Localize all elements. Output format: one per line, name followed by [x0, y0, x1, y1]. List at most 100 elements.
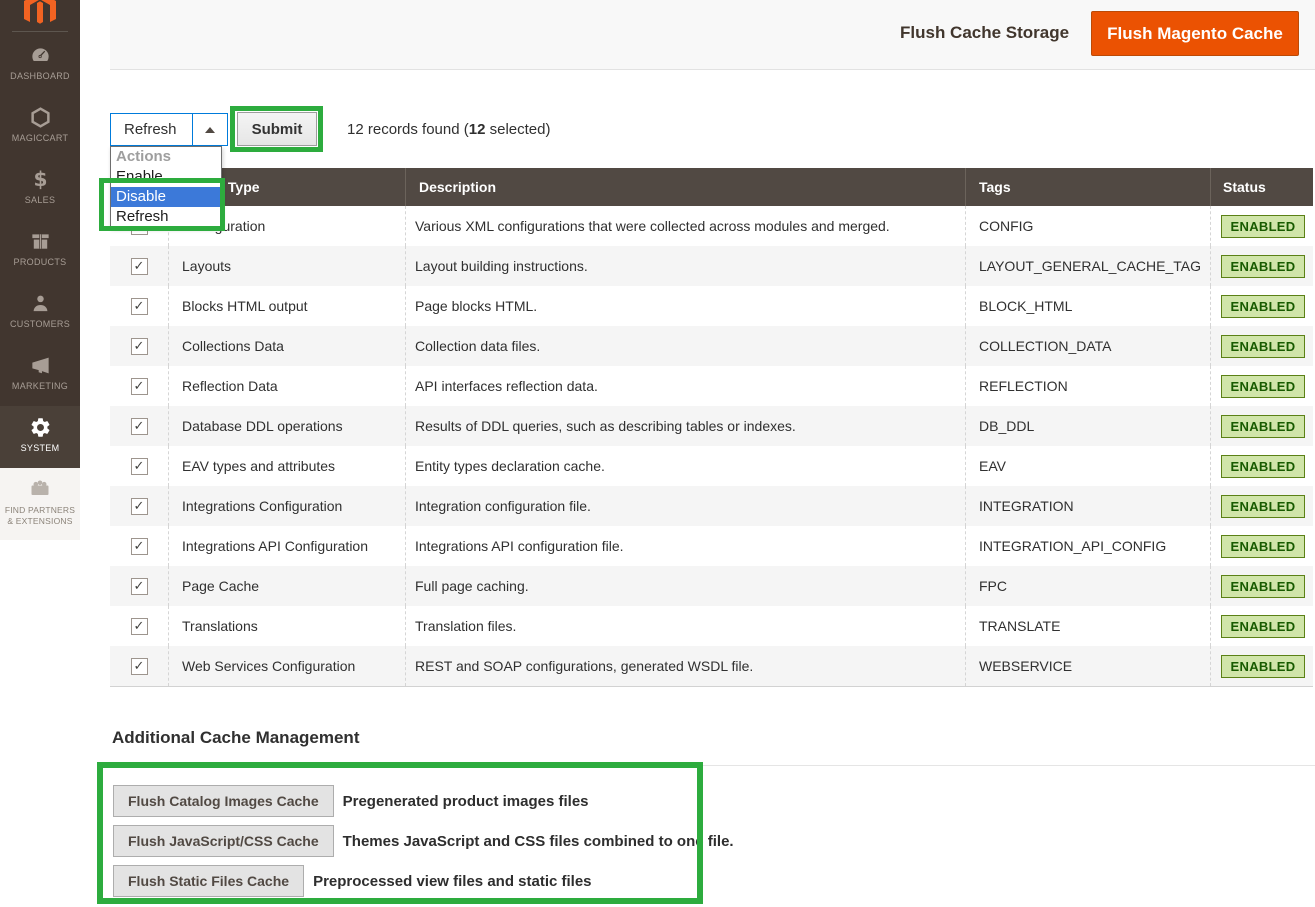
- row-checkbox[interactable]: [131, 258, 148, 275]
- sidebar-item-label: MARKETING: [12, 381, 68, 392]
- chevron-up-icon[interactable]: [192, 114, 227, 145]
- table-row: Reflection DataAPI interfaces reflection…: [110, 366, 1313, 406]
- row-checkbox[interactable]: [131, 298, 148, 315]
- checkbox-cell: [110, 446, 168, 486]
- flush-magento-cache-button[interactable]: Flush Magento Cache: [1091, 11, 1299, 56]
- cache-type-cell: Layouts: [168, 246, 405, 286]
- status-cell: ENABLED: [1210, 326, 1313, 366]
- sales-icon: $: [29, 167, 52, 192]
- tags-cell: REFLECTION: [965, 366, 1210, 406]
- description-cell: Page blocks HTML.: [405, 286, 965, 326]
- sidebar-item-system[interactable]: SYSTEM: [0, 406, 80, 468]
- flush-javascript-css-cache-button[interactable]: Flush JavaScript/CSS Cache: [113, 825, 334, 857]
- status-cell: ENABLED: [1210, 246, 1313, 286]
- status-cell: ENABLED: [1210, 366, 1313, 406]
- sidebar-item-label: PRODUCTS: [14, 257, 67, 268]
- row-checkbox[interactable]: [131, 498, 148, 515]
- description-cell: Results of DDL queries, such as describi…: [405, 406, 965, 446]
- row-checkbox[interactable]: [131, 618, 148, 635]
- table-row: Database DDL operationsResults of DDL qu…: [110, 406, 1313, 446]
- description-cell: Integrations API configuration file.: [405, 526, 965, 566]
- tags-cell: COLLECTION_DATA: [965, 326, 1210, 366]
- row-checkbox[interactable]: [131, 658, 148, 675]
- column-header-tags: Tags: [965, 168, 1210, 206]
- sidebar-item-sales[interactable]: $ SALES: [0, 158, 80, 220]
- sidebar-item-label: DASHBOARD: [10, 71, 70, 82]
- row-checkbox[interactable]: [131, 538, 148, 555]
- tags-cell: LAYOUT_GENERAL_CACHE_TAG: [965, 246, 1210, 286]
- selected-count: 12: [469, 121, 486, 138]
- sidebar-item-products[interactable]: PRODUCTS: [0, 220, 80, 282]
- status-cell: ENABLED: [1210, 606, 1313, 646]
- mass-action-selected-value: Refresh: [111, 114, 192, 145]
- flush-button-description: Themes JavaScript and CSS files combined…: [343, 833, 734, 850]
- description-cell: API interfaces reflection data.: [405, 366, 965, 406]
- checkbox-cell: [110, 246, 168, 286]
- cache-table: Cache TypeDescriptionTagsStatus Configur…: [110, 168, 1313, 687]
- table-row: Web Services ConfigurationREST and SOAP …: [110, 646, 1313, 686]
- tags-cell: EAV: [965, 446, 1210, 486]
- table-row: Collections DataCollection data files.CO…: [110, 326, 1313, 366]
- row-checkbox[interactable]: [131, 458, 148, 475]
- dropdown-item-actions[interactable]: Actions: [111, 147, 221, 167]
- checkbox-cell: [110, 606, 168, 646]
- sidebar-item-magiccart[interactable]: MAGICCART: [0, 96, 80, 158]
- products-icon: [29, 229, 52, 254]
- description-cell: REST and SOAP configurations, generated …: [405, 646, 965, 686]
- checkbox-cell: [110, 286, 168, 326]
- dropdown-item-refresh[interactable]: Refresh: [111, 207, 221, 227]
- records-found-text: 12 records found (12 selected): [347, 121, 550, 138]
- sidebar-item-label: SALES: [25, 195, 56, 206]
- flush-static-files-cache-button[interactable]: Flush Static Files Cache: [113, 865, 304, 897]
- flush-button-description: Preprocessed view files and static files: [313, 873, 591, 890]
- column-header-description: Description: [405, 168, 965, 206]
- dropdown-item-enable[interactable]: Enable: [111, 167, 221, 187]
- cache-type-cell: Integrations Configuration: [168, 486, 405, 526]
- additional-cache-rows: Flush Catalog Images Cache Pregenerated p…: [113, 785, 734, 905]
- flush-button-description: Pregenerated product images files: [343, 793, 589, 810]
- cache-type-cell: Translations: [168, 606, 405, 646]
- sidebar-item-marketing[interactable]: MARKETING: [0, 344, 80, 406]
- sidebar-item-label: CUSTOMERS: [10, 319, 70, 330]
- status-badge: ENABLED: [1221, 495, 1305, 518]
- table-row: Page CacheFull page caching.FPCENABLED: [110, 566, 1313, 606]
- description-cell: Entity types declaration cache.: [405, 446, 965, 486]
- sidebar-item-customers[interactable]: CUSTOMERS: [0, 282, 80, 344]
- status-cell: ENABLED: [1210, 206, 1313, 246]
- table-row: Integrations API ConfigurationIntegratio…: [110, 526, 1313, 566]
- submit-button[interactable]: Submit: [237, 112, 317, 146]
- mass-action-select[interactable]: Refresh: [110, 113, 228, 146]
- status-badge: ENABLED: [1221, 415, 1305, 438]
- status-badge: ENABLED: [1221, 375, 1305, 398]
- cache-table-header: Cache TypeDescriptionTagsStatus: [110, 168, 1313, 206]
- checkbox-cell: [110, 486, 168, 526]
- row-checkbox[interactable]: [131, 578, 148, 595]
- tags-cell: INTEGRATION: [965, 486, 1210, 526]
- status-badge: ENABLED: [1221, 655, 1305, 678]
- dropdown-item-disable[interactable]: Disable: [111, 187, 221, 207]
- flush-catalog-images-cache-button[interactable]: Flush Catalog Images Cache: [113, 785, 334, 817]
- additional-cache-row: Flush Catalog Images Cache Pregenerated p…: [113, 785, 734, 817]
- tags-cell: TRANSLATE: [965, 606, 1210, 646]
- sidebar-item-find-partners[interactable]: FIND PARTNERS & EXTENSIONS: [0, 468, 80, 540]
- checkbox-cell: [110, 366, 168, 406]
- tags-cell: INTEGRATION_API_CONFIG: [965, 526, 1210, 566]
- tags-cell: FPC: [965, 566, 1210, 606]
- status-cell: ENABLED: [1210, 406, 1313, 446]
- additional-cache-row: Flush JavaScript/CSS Cache Themes JavaScr…: [113, 825, 734, 857]
- row-checkbox[interactable]: [131, 378, 148, 395]
- row-checkbox[interactable]: [131, 338, 148, 355]
- flush-cache-storage-button[interactable]: Flush Cache Storage: [900, 23, 1069, 43]
- cache-type-cell: Integrations API Configuration: [168, 526, 405, 566]
- status-cell: ENABLED: [1210, 646, 1313, 686]
- status-badge: ENABLED: [1221, 615, 1305, 638]
- sidebar-item-dashboard[interactable]: DASHBOARD: [0, 34, 80, 96]
- magento-logo[interactable]: [20, 0, 60, 24]
- status-badge: ENABLED: [1221, 255, 1305, 278]
- tags-cell: DB_DDL: [965, 406, 1210, 446]
- status-cell: ENABLED: [1210, 286, 1313, 326]
- svg-text:$: $: [33, 168, 47, 191]
- mass-action-dropdown-list: ActionsEnableDisableRefresh: [110, 146, 222, 228]
- tags-cell: WEBSERVICE: [965, 646, 1210, 686]
- row-checkbox[interactable]: [131, 418, 148, 435]
